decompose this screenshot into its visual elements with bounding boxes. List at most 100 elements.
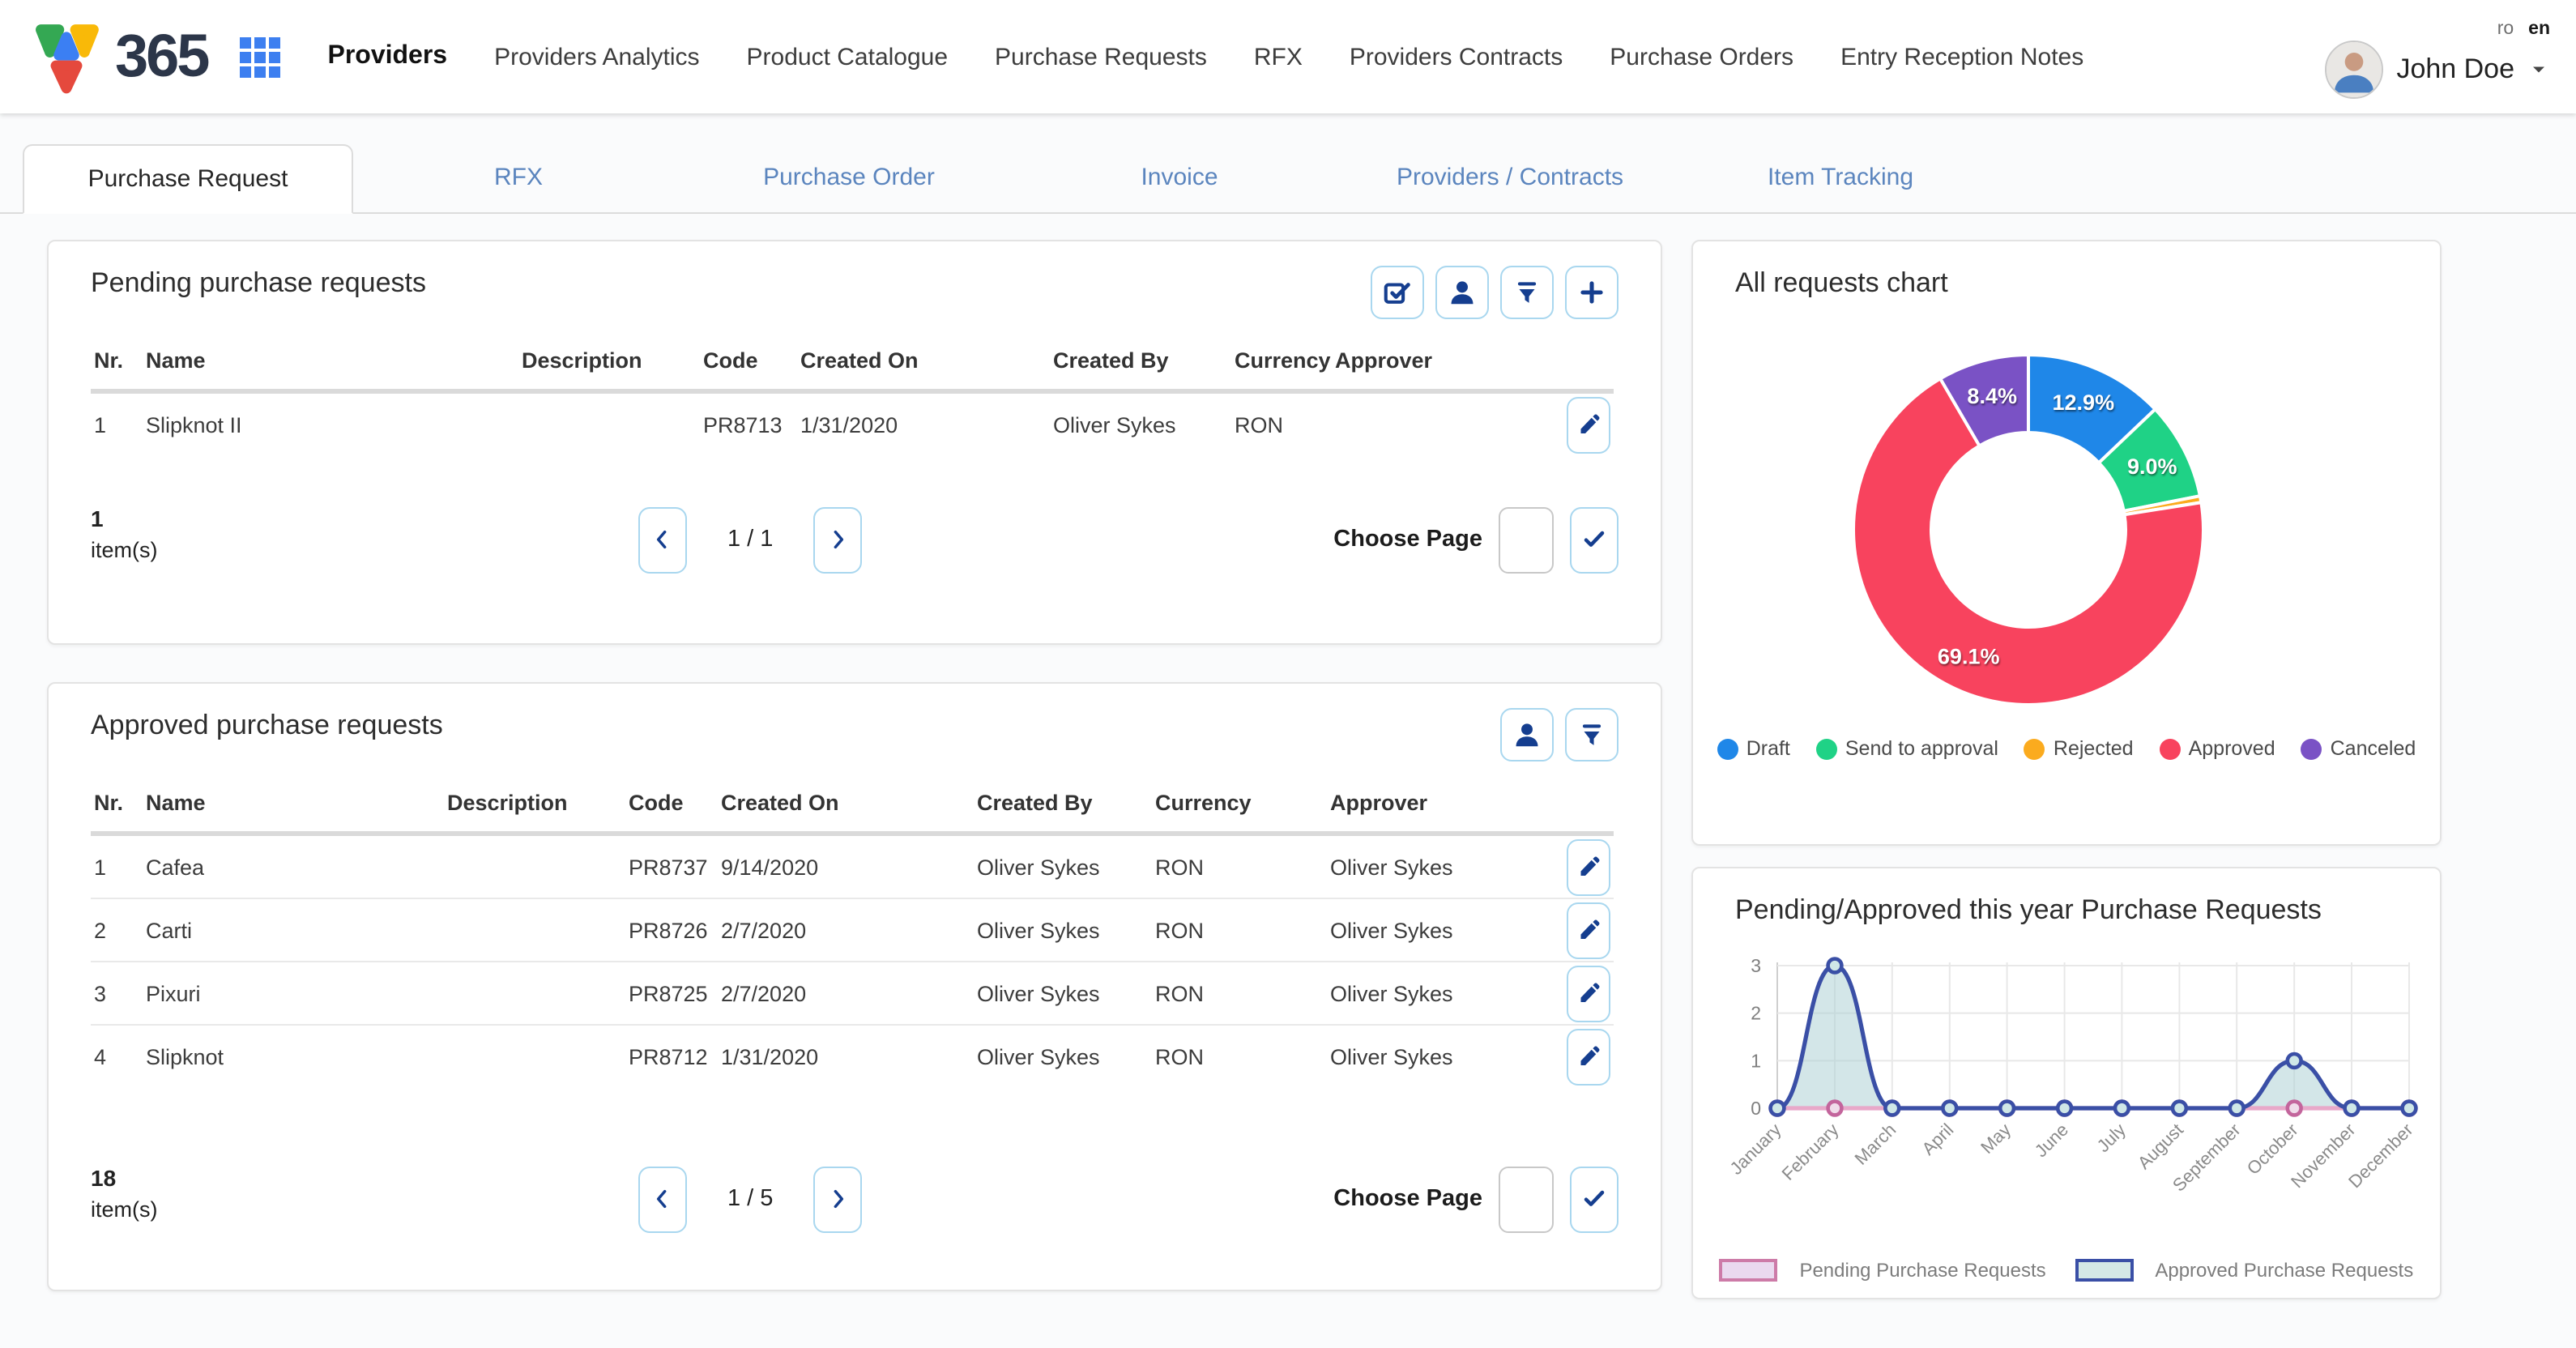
user-menu[interactable]: John Doe [2325,41,2550,99]
nav-item-purchase-orders[interactable]: Purchase Orders [1610,43,1793,70]
next-page-button[interactable] [813,506,862,573]
legend-swatch [2075,1259,2134,1282]
filter-button[interactable] [1500,266,1554,319]
cell-approver: Oliver Sykes [1327,962,1516,1025]
person-button[interactable] [1435,266,1489,319]
table-row: 4SlipknotPR87121/31/2020Oliver SykesRONO… [91,1025,1614,1087]
go-to-page-button[interactable] [1570,506,1619,573]
column-header-created-by: Created By [974,781,1152,834]
choose-page-input[interactable] [1499,1166,1554,1232]
table-row: 3PixuriPR87252/7/2020Oliver SykesRONOliv… [91,962,1614,1025]
column-header-nr: Nr. [91,339,143,391]
logo-text: 365 [115,23,207,91]
nav-item-providers[interactable]: Providers [327,42,447,71]
cell-created-by: Oliver Sykes [974,898,1152,962]
edit-button[interactable] [1567,902,1610,958]
legend-item-rejected[interactable]: Rejected [2024,737,2134,760]
nav-item-providers-analytics[interactable]: Providers Analytics [494,43,699,70]
legend-item-send-to-approval[interactable]: Send to approval [1816,737,1998,760]
legend-item-draft[interactable]: Draft [1717,737,1790,760]
items-count-number: 1 [91,504,158,535]
table-row: 2CartiPR87262/7/2020Oliver SykesRONOlive… [91,898,1614,962]
legend-label: Send to approval [1845,737,1998,760]
choose-page-label: Choose Page [1333,527,1482,552]
cell-currency: RON [1231,391,1332,455]
column-header-code: Code [625,781,718,834]
monthly-line-chart: 0123JanuaryFebruaryMarchAprilMayJuneJuly… [1706,943,2427,1254]
cell-approver: Oliver Sykes [1327,898,1516,962]
filter-button[interactable] [1565,708,1619,761]
cell-approver [1332,391,1516,455]
language-ro[interactable]: ro [2497,19,2514,39]
legend-label: Rejected [2054,737,2134,760]
add-button[interactable] [1565,266,1619,319]
items-count-label: item(s) [91,535,158,565]
tab-purchase-order[interactable]: Purchase Order [684,144,1014,212]
cell-currency: RON [1152,834,1327,898]
cell-nr: 3 [91,962,143,1025]
column-header-description: Description [444,781,625,834]
tab-invoice[interactable]: Invoice [1014,144,1345,212]
legend-item-approved-purchase-requests[interactable]: Approved Purchase Requests [2075,1259,2414,1282]
legend-item-pending-purchase-requests[interactable]: Pending Purchase Requests [1720,1259,2046,1282]
select-check-button[interactable] [1371,266,1424,319]
x-axis-month-label: May [1977,1120,2015,1158]
nav-item-providers-contracts[interactable]: Providers Contracts [1350,43,1563,70]
column-header-actions [1516,339,1614,391]
column-header-created-by: Created By [1050,339,1231,391]
cell-currency: RON [1152,1025,1327,1087]
y-axis-tick-label: 2 [1751,1003,1761,1024]
tab-rfx[interactable]: RFX [353,144,684,212]
person-button[interactable] [1500,708,1554,761]
language-en[interactable]: en [2528,19,2550,39]
donut-chart-title: All requests chart [1735,267,1948,300]
legend-item-approved[interactable]: Approved [2160,737,2275,760]
previous-page-button[interactable] [638,1166,687,1232]
edit-button[interactable] [1567,965,1610,1022]
approved-pagination: 18 item(s) 1 / 5 Choose Page [91,1163,1619,1235]
pending-data-point [1828,1102,1842,1116]
nav-item-entry-reception-notes[interactable]: Entry Reception Notes [1840,43,2083,70]
previous-page-button[interactable] [638,506,687,573]
y-axis-tick-label: 1 [1751,1050,1761,1071]
nav-item-product-catalogue[interactable]: Product Catalogue [747,43,949,70]
edit-button[interactable] [1567,396,1610,453]
cell-actions [1516,834,1614,898]
x-axis-month-label: February [1778,1120,1843,1184]
apps-grid-button[interactable] [237,33,284,80]
tab-item-tracking[interactable]: Item Tracking [1675,144,2006,212]
column-header-currency: Currency [1231,339,1332,391]
filter-icon [1512,277,1542,308]
chevron-left-icon [650,527,676,552]
chevron-left-icon [650,1186,676,1212]
edit-button[interactable] [1567,838,1610,895]
donut-slice-label: 12.9% [2053,390,2115,415]
pencil-icon [1576,412,1601,437]
next-page-button[interactable] [813,1166,862,1232]
tab-providers-contracts[interactable]: Providers / Contracts [1345,144,1675,212]
select-check-icon [1382,277,1413,308]
avatar [2325,41,2383,99]
nav-item-purchase-requests[interactable]: Purchase Requests [995,43,1207,70]
pending-card-toolbar [1371,266,1619,319]
choose-page: Choose Page [1333,1163,1619,1235]
edit-button[interactable] [1567,1028,1610,1085]
approved-requests-table: Nr.NameDescriptionCodeCreated OnCreated … [91,781,1614,1087]
donut-slice-label: 9.0% [2127,454,2177,479]
items-count-label: item(s) [91,1194,158,1225]
pending-card-title: Pending purchase requests [91,267,426,300]
cell-created-on: 9/14/2020 [718,834,974,898]
tab-purchase-request[interactable]: Purchase Request [23,144,353,214]
cell-name: Cafea [143,834,444,898]
legend-item-canceled[interactable]: Canceled [2301,737,2416,760]
pending-requests-table: Nr.NameDescriptionCodeCreated OnCreated … [91,339,1614,455]
y-axis-tick-label: 0 [1751,1098,1761,1119]
choose-page-input[interactable] [1499,506,1554,573]
nav-item-rfx[interactable]: RFX [1254,43,1303,70]
go-to-page-button[interactable] [1570,1166,1619,1232]
x-axis-month-label: August [2134,1120,2187,1173]
check-icon [1581,527,1607,552]
table-row: 1CafeaPR87379/14/2020Oliver SykesRONOliv… [91,834,1614,898]
pencil-icon [1576,918,1601,942]
legend-label: Pending Purchase Requests [1799,1259,2045,1282]
